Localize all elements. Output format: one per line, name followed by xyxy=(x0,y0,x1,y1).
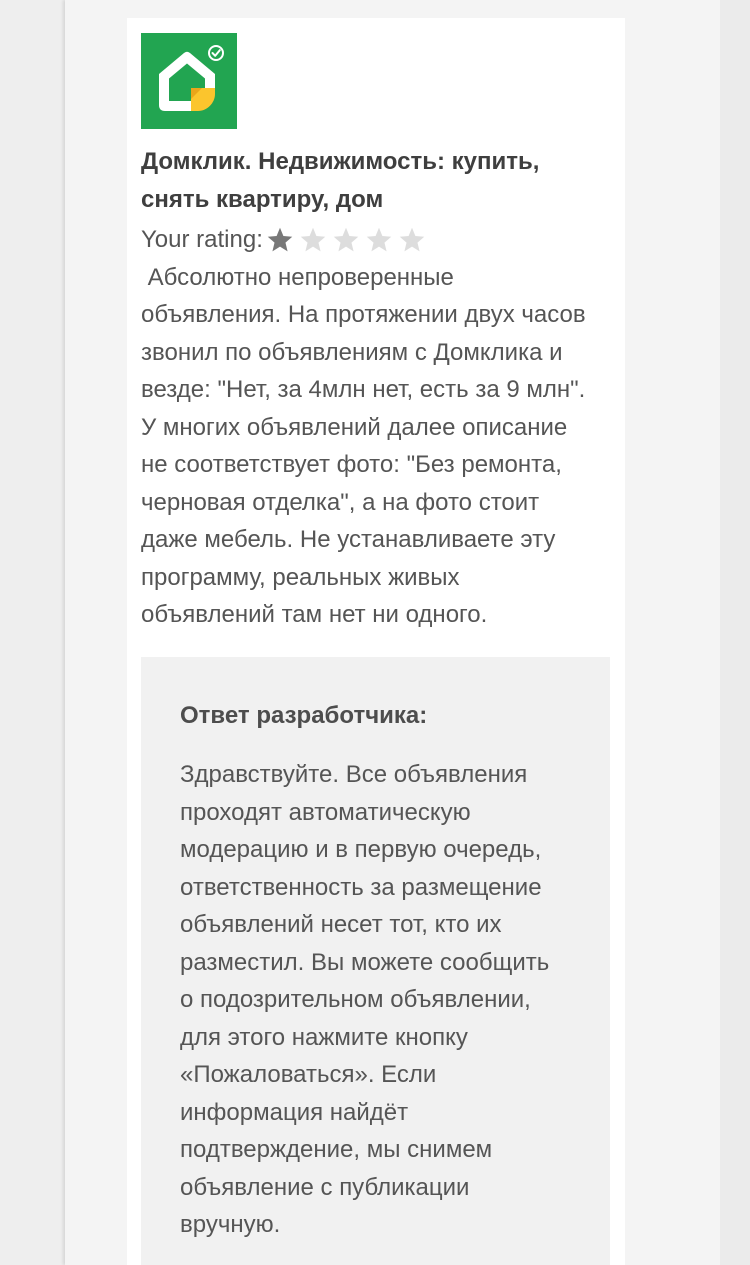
response-text-line: проходят автоматическую xyxy=(180,798,471,826)
star-icon xyxy=(399,227,425,252)
review-text-line: У многих объявлений далее описание xyxy=(141,413,568,441)
review-text-line: даже мебель. Не устанавливаете эту xyxy=(141,526,556,553)
app-logo-icon xyxy=(141,33,237,129)
response-text-line: вручную. xyxy=(180,1211,281,1238)
developer-response: Ответ разработчика: Здравствуйте. Все об… xyxy=(141,657,610,1265)
review-text-line: программу, реальных живых xyxy=(141,563,460,591)
response-text-line: Здравствуйте. Все объявления xyxy=(180,761,528,788)
review-text-line: объявлений там нет ни одного. xyxy=(141,601,488,628)
rating-star-3[interactable] xyxy=(332,226,360,254)
star-icon xyxy=(267,227,293,252)
star-icon xyxy=(300,227,326,252)
right-edge-strip xyxy=(720,0,750,1265)
response-text-line: объявление с публикации xyxy=(180,1173,470,1201)
rating-row: Your rating: xyxy=(141,221,610,259)
review-text-line: звонил по объявлениям с Домклика и xyxy=(141,338,563,366)
rating-label: Your rating: xyxy=(141,225,263,253)
rating-star-5[interactable] xyxy=(398,226,426,254)
review-text-line: везде: "Нет, за 4млн нет, есть за 9 млн"… xyxy=(141,376,586,403)
response-text-line: для этого нажмите кнопку xyxy=(180,1023,468,1051)
app-title-line: снять квартиру, дом xyxy=(141,185,384,213)
response-text-line: о подозрительном объявлении, xyxy=(180,986,531,1013)
developer-response-heading: Ответ разработчика: xyxy=(180,701,428,729)
rating-star-1[interactable] xyxy=(266,226,294,254)
response-text-line: подтверждение, мы снимем xyxy=(180,1136,493,1163)
review-text-line: Абсолютно непроверенные xyxy=(141,263,454,291)
review-card: Домклик. Недвижимость: купить, снять ква… xyxy=(127,18,625,1265)
domclick-house-icon xyxy=(141,33,237,129)
review-text-line: не соответствует фото: "Без ремонта, xyxy=(141,451,562,478)
response-text-line: «Пожаловаться». Если xyxy=(180,1061,437,1088)
star-icon xyxy=(333,227,359,252)
review-text: Абсолютно непроверенные объявления. На п… xyxy=(141,259,610,634)
star-icon xyxy=(366,227,392,252)
page: Домклик. Недвижимость: купить, снять ква… xyxy=(0,0,750,1265)
developer-response-text: Здравствуйте. Все объявления проходят ав… xyxy=(180,756,590,1244)
app-title-line: Домклик. Недвижимость: купить, xyxy=(141,148,540,175)
response-text-line: ответственность за размещение xyxy=(180,873,542,901)
rating-star-4[interactable] xyxy=(365,226,393,254)
rating-stars xyxy=(266,226,431,254)
response-text-line: модерацию и в первую очередь, xyxy=(180,836,542,863)
app-title: Домклик. Недвижимость: купить, снять ква… xyxy=(141,143,610,218)
review-text-line: черновая отделка", а на фото стоит xyxy=(141,488,540,516)
review-text-line: объявления. На протяжении двух часов xyxy=(141,301,586,328)
rating-star-2[interactable] xyxy=(299,226,327,254)
response-text-line: разместил. Вы можете сообщить xyxy=(180,948,550,976)
response-text-line: объявлений несет тот, кто их xyxy=(180,911,502,938)
response-text-line: информация найдёт xyxy=(180,1098,409,1126)
